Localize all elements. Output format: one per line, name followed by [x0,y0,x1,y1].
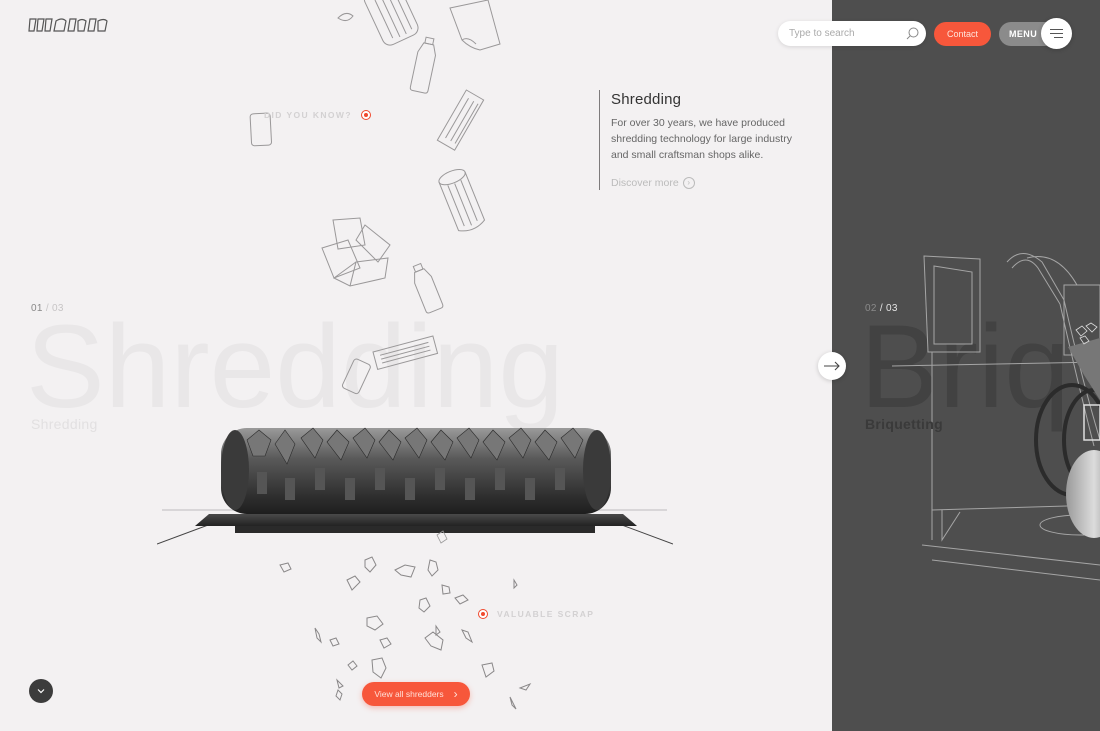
slide-counter-current: 01 [31,303,43,314]
slide-counter-current: 02 [865,303,877,314]
hotspot-did-you-know[interactable]: DID YOU KNOW? [264,110,371,120]
hotspot-dot-icon[interactable] [478,609,488,619]
hamburger-icon[interactable] [1041,18,1072,49]
discover-more-label: Discover more [611,177,679,189]
leaf-drawing [337,12,354,22]
wema-logo[interactable] [28,17,108,33]
search-icon[interactable] [905,26,920,41]
search-input[interactable] [789,24,901,43]
search-box[interactable] [778,21,926,46]
cardboard-box-drawing [321,217,391,287]
intro-body: For over 30 years, we have produced shre… [611,117,792,161]
hamburger-line [1050,32,1063,35]
paper-drawing [449,0,501,51]
slide-briquetting[interactable]: Briq 02 / 03 Briquetting [832,0,1100,731]
next-slide-button[interactable] [818,352,846,380]
hotspot-dot-icon[interactable] [360,110,371,120]
hamburger-line [1050,28,1063,30]
hotspot-valuable-scrap[interactable]: VALUABLE SCRAP [478,609,594,619]
intro-block: Shredding For over 30 years, we have pro… [599,90,809,190]
hotspot-label: DID YOU KNOW? [264,110,352,120]
slide-counter-total: 03 [51,303,64,314]
slide-background-word: Shredding [26,301,564,433]
slide-counter-separator: / [42,303,52,314]
chevron-right-circle-icon: › [682,177,695,189]
slide-counter: 01 / 03 [31,303,64,314]
slide-counter-separator: / [876,303,886,314]
chevron-right-icon: › [453,687,458,701]
hamburger-line [1054,37,1063,39]
slide-background-word: Briq [860,301,1070,433]
view-all-shredders-label: View all shredders [374,689,444,699]
arrow-right-icon [824,361,840,371]
log-drawing [363,0,419,46]
discover-more-link[interactable]: Discover more › [611,177,695,189]
slide-label: Shredding [31,416,98,432]
slide-shredding: Shredding 01 / 03 Shredding DID YOU KNOW… [0,0,832,731]
slide-counter: 02 / 03 [865,303,898,314]
slide-counter-total: 03 [885,303,898,314]
log-drawing [438,168,486,232]
slide-label: Briquetting [865,416,943,432]
shredder-rotor-illustration [156,420,674,548]
contact-button[interactable]: Contact [934,22,991,46]
intro-title: Shredding [611,91,682,108]
hotspot-label: VALUABLE SCRAP [497,609,595,619]
shredder-rotor-drawing [156,427,674,545]
scroll-down-button[interactable] [29,679,53,703]
menu-label: MENU [1009,29,1038,39]
chevron-down-icon [37,689,45,694]
view-all-shredders-button[interactable]: View all shredders › [362,682,470,706]
bottle-drawing [409,36,436,94]
plank-drawing [436,89,485,151]
